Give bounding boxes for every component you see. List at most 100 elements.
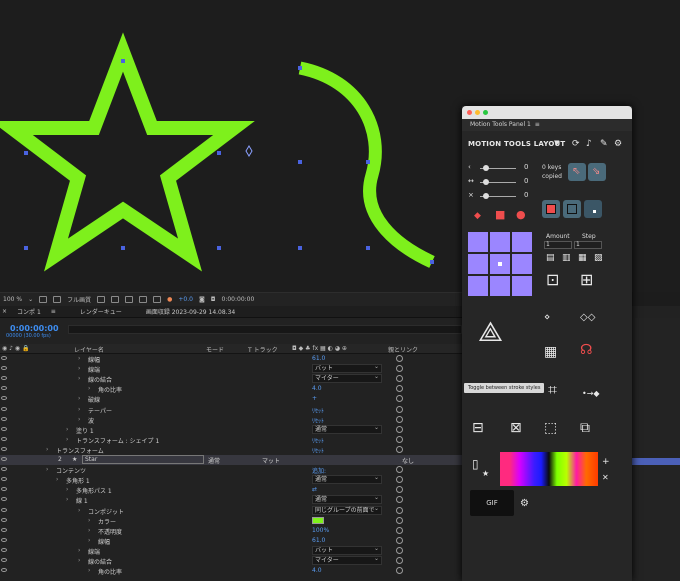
property-value[interactable]: ⇄ [312,486,317,493]
stroke-style-icon[interactable]: ⟁ [478,318,503,346]
circle-key-icon[interactable]: ● [516,209,526,221]
property-value[interactable]: ﾘｾｯﾄ [312,436,324,445]
property-row[interactable]: › 塗り 1 通常 [0,424,462,435]
chevron-down-icon[interactable]: ▼ [554,139,559,147]
slider-knob[interactable] [483,179,489,185]
viewer-timecode[interactable]: 0:00:00:00 [222,296,255,303]
panel-titlebar[interactable] [462,106,632,119]
tab-comp-1[interactable]: コンポ 1 [17,307,41,316]
expression-pickwhip-icon[interactable] [396,476,403,484]
disclosure-triangle-icon[interactable]: › [66,426,68,433]
property-row[interactable]: › 線端 バット [0,363,462,374]
property-value[interactable]: 100% [312,527,329,534]
expression-pickwhip-icon[interactable] [396,445,403,453]
disclosure-triangle-icon[interactable]: › [88,517,90,524]
add-color-icon[interactable]: + [602,456,610,468]
slider-knob[interactable] [483,165,489,171]
guides-icon[interactable] [153,296,162,303]
visibility-eye-icon[interactable] [1,386,7,391]
sequence-keys-icon[interactable]: ▥ [562,252,571,264]
expression-pickwhip-icon[interactable] [396,486,403,494]
expression-pickwhip-icon[interactable] [396,375,403,383]
menu-icon[interactable]: ≡ [533,121,540,128]
bell-icon[interactable]: ♪ [586,139,592,149]
disclosure-triangle-icon[interactable]: › [78,406,80,413]
expression-pickwhip-icon[interactable] [396,557,403,564]
disclosure-triangle-icon[interactable]: › [88,527,90,534]
property-dropdown[interactable]: 通常 [312,424,382,434]
refresh-icon[interactable]: ⟳ [572,139,580,149]
gif-settings-icon[interactable]: ⚙ [520,498,529,510]
curve-path[interactable] [298,61,435,268]
property-row[interactable]: › 線の結合 マイター [0,555,462,566]
anchor-top-center[interactable] [490,232,510,252]
property-dropdown[interactable]: 同じグループの前面で [312,505,382,515]
anchor-dot-button[interactable] [584,200,602,218]
offset-icon[interactable]: ▧ [594,252,603,264]
disclosure-triangle-icon[interactable]: › [78,416,80,423]
disclosure-triangle-icon[interactable]: › [56,476,58,483]
maximize-window-icon[interactable] [483,110,488,115]
property-value[interactable]: 61.0 [312,355,325,362]
visibility-eye-icon[interactable] [1,406,7,411]
transparency-icon[interactable] [111,296,120,303]
visibility-eye-icon[interactable] [1,487,7,492]
property-value[interactable]: 4.0 [312,567,322,574]
anchor-center[interactable] [490,254,510,274]
timeline-track-area[interactable] [630,318,680,581]
property-row[interactable]: › 線端 バット [0,545,462,556]
expression-pickwhip-icon[interactable] [396,567,403,575]
visibility-eye-icon[interactable] [1,356,7,360]
expression-pickwhip-icon[interactable] [396,526,403,534]
distribute-keys-icon[interactable]: •→◆ [582,388,600,400]
square-key-icon[interactable]: ■ [495,209,505,221]
pen-icon[interactable]: ✎ [600,139,608,149]
property-value[interactable]: 61.0 [312,537,325,544]
disclosure-triangle-icon[interactable]: › [46,446,48,453]
visibility-eye-icon[interactable] [1,507,7,512]
column-layer-name[interactable]: レイヤー名 [74,345,104,354]
property-value[interactable]: 4.0 [312,385,322,392]
visibility-eye-icon[interactable] [1,446,7,451]
exposure-value[interactable]: +0.0 [178,296,193,303]
gif-button[interactable]: GIF [470,490,514,516]
anchor-bottom-left[interactable] [468,276,488,296]
chevron-down-icon[interactable]: ⌄ [28,296,33,303]
gear-icon[interactable]: ⚙ [614,139,622,149]
visibility-eye-icon[interactable] [1,527,7,532]
bounding-box-icon[interactable]: ⊡ [546,272,559,288]
zoom-select[interactable]: 100 % [3,296,22,303]
slider-knob[interactable] [483,193,489,199]
visibility-eye-icon[interactable] [1,467,7,472]
disclosure-triangle-icon[interactable]: › [78,375,80,382]
null-link-icon[interactable]: ⊠ [510,421,522,435]
visibility-eye-icon[interactable] [1,426,7,431]
anchor-top-left[interactable] [468,232,488,252]
property-row[interactable]: › テーパー ﾘｾｯﾄ [0,405,462,415]
layer-matte-select[interactable]: マット [262,456,280,465]
expression-pickwhip-icon[interactable] [396,516,403,524]
visibility-eye-icon[interactable] [1,396,7,401]
visibility-eye-icon[interactable] [1,457,7,461]
property-row[interactable]: › カラー [0,516,462,526]
visibility-eye-icon[interactable] [1,376,7,381]
property-value[interactable]: + [312,395,317,402]
anchor-fill-button[interactable] [542,200,560,218]
star-shape[interactable] [0,32,255,272]
expression-pickwhip-icon[interactable] [396,385,403,393]
anchor-bottom-right[interactable] [512,276,532,296]
menu-icon[interactable]: ≡ [51,308,56,315]
anchor-top-right[interactable] [512,232,532,252]
property-row[interactable]: › 角の比率 4.0 [0,384,462,394]
disclosure-triangle-icon[interactable]: › [66,486,68,493]
visibility-eye-icon[interactable] [1,568,7,573]
layer-row[interactable]: 2 ★ Star 通常 マット なし [0,455,462,465]
layer-link-icon[interactable]: ⊟ [472,421,484,435]
minimize-window-icon[interactable] [475,110,480,115]
grid-icon[interactable] [39,296,48,303]
disclosure-triangle-icon[interactable]: › [78,557,80,564]
3d-view-icon[interactable] [139,296,148,303]
current-time[interactable]: 0:00:00:00 [10,324,59,333]
property-row[interactable]: › 線の結合 マイター [0,373,462,384]
disclosure-triangle-icon[interactable]: › [78,395,80,402]
